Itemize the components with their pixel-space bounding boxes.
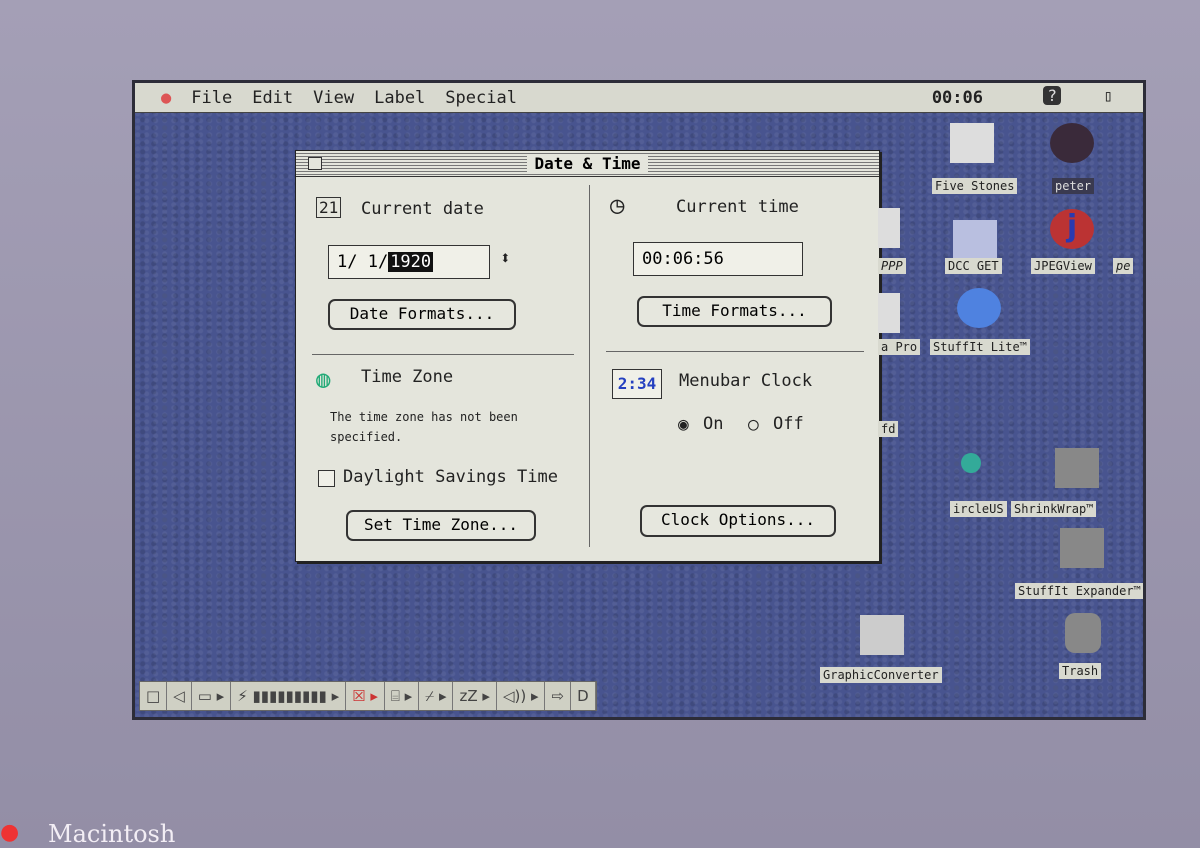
off-radio[interactable]: ○: [748, 414, 759, 435]
date-field[interactable]: 1/ 1/1920: [328, 245, 490, 279]
divider: [312, 354, 574, 355]
tab-icon[interactable]: D: [571, 682, 596, 710]
graphicconverter-icon[interactable]: [860, 615, 904, 655]
macintosh-logo: Macintosh: [48, 820, 176, 848]
current-date-heading: Current date: [361, 199, 484, 219]
globe-icon: ◍: [316, 365, 331, 393]
desktop-icon-label[interactable]: peter: [1052, 178, 1095, 194]
help-icon[interactable]: ?: [1043, 86, 1061, 105]
menubar-clock[interactable]: 00:06: [932, 88, 983, 108]
dst-checkbox[interactable]: [318, 470, 335, 487]
apple-icon[interactable]: ●: [161, 88, 171, 108]
collapse-icon[interactable]: □: [140, 682, 168, 710]
clock-options-button[interactable]: Clock Options...: [640, 505, 836, 537]
menu-bar: ● File Edit View Label Special 00:06 ? ▯: [135, 83, 1143, 113]
title-bar[interactable]: Date & Time: [296, 151, 879, 177]
battery-icon[interactable]: ⚡ ▮▮▮▮▮▮▮▮▮ ▸: [231, 682, 347, 710]
desktop-icon-label[interactable]: StuffIt Lite™: [930, 339, 1030, 355]
desktop-icon-label[interactable]: Five Stones: [932, 178, 1018, 194]
desktop-icon-label[interactable]: fd: [878, 421, 899, 437]
appletalk-icon[interactable]: ⌸ ▸: [385, 682, 420, 710]
scroll-left-icon[interactable]: ◁: [167, 682, 192, 710]
on-label[interactable]: On: [703, 414, 723, 434]
stuffit-lite-icon[interactable]: [957, 288, 1001, 328]
on-radio[interactable]: ◉: [678, 414, 689, 435]
trash-icon[interactable]: [1065, 613, 1101, 653]
desktop-icon-label[interactable]: a Pro: [878, 339, 921, 355]
menu-edit[interactable]: Edit: [252, 88, 293, 108]
stuffit-expander-icon[interactable]: [1060, 528, 1104, 568]
date-year-selected: 1920: [388, 252, 434, 272]
scroll-right-icon[interactable]: ⇨: [545, 682, 572, 710]
calendar-icon: 21: [316, 197, 342, 218]
file-sharing-icon[interactable]: ☒ ▸: [346, 682, 385, 710]
date-value: 1/ 1/: [337, 252, 389, 272]
apple-logo-icon: ●: [0, 820, 20, 845]
close-box[interactable]: [308, 157, 322, 170]
date-formats-button[interactable]: Date Formats...: [328, 299, 516, 330]
menu-label[interactable]: Label: [374, 88, 425, 108]
volume-icon[interactable]: ◁)) ▸: [497, 682, 546, 710]
shrinkwrap-icon[interactable]: [1055, 448, 1099, 488]
sleep-icon[interactable]: zZ ▸: [453, 682, 497, 710]
desktop-icon-label[interactable]: JPEGView: [1031, 258, 1095, 274]
desktop-icon-label[interactable]: Trash: [1059, 663, 1102, 679]
time-formats-button[interactable]: Time Formats...: [637, 296, 832, 327]
menubar-clock-icon: 2:34: [612, 369, 662, 399]
date-time-window: Date & Time 21 Current date 1/ 1/1920 ⬍ …: [295, 150, 880, 562]
ppp-icon[interactable]: [878, 208, 900, 248]
menu-special[interactable]: Special: [445, 88, 517, 108]
divider: [589, 185, 590, 547]
set-time-zone-button[interactable]: Set Time Zone...: [346, 510, 536, 541]
desktop-icon-label[interactable]: ShrinkWrap™: [1011, 501, 1097, 517]
five-stones-icon[interactable]: [950, 123, 994, 163]
desktop-icon-label[interactable]: GraphicConverter: [820, 667, 942, 683]
dcc-get-folder-icon[interactable]: [953, 220, 997, 260]
date-stepper-icon[interactable]: ⬍: [500, 248, 511, 269]
jpegview-icon[interactable]: j: [1050, 209, 1094, 249]
time-field[interactable]: 00:06:56: [633, 242, 803, 276]
desktop-icon-label[interactable]: pe: [1113, 258, 1134, 274]
pro-app-icon[interactable]: [878, 293, 900, 333]
off-label[interactable]: Off: [773, 414, 804, 434]
menu-file[interactable]: File: [191, 88, 232, 108]
screen: ● File Edit View Label Special 00:06 ? ▯…: [132, 80, 1146, 720]
desktop-icon-label[interactable]: DCC GET: [945, 258, 1002, 274]
ircle-icon[interactable]: [961, 453, 981, 473]
peter-icon[interactable]: [1050, 123, 1094, 163]
divider: [606, 351, 864, 352]
menu-view[interactable]: View: [313, 88, 354, 108]
current-time-heading: Current time: [676, 197, 799, 217]
desktop-icon-label[interactable]: PPP: [878, 258, 906, 274]
application-menu-icon[interactable]: ▯: [1103, 86, 1113, 105]
window-title: Date & Time: [526, 154, 649, 173]
monitors-icon[interactable]: ▭ ▸: [192, 682, 232, 710]
control-strip[interactable]: □ ◁ ▭ ▸ ⚡ ▮▮▮▮▮▮▮▮▮ ▸ ☒ ▸ ⌸ ▸ ⌿ ▸ zZ ▸ ◁…: [139, 681, 597, 711]
dst-label[interactable]: Daylight Savings Time: [343, 467, 558, 487]
clock-icon: ◷: [610, 191, 625, 219]
time-zone-message: The time zone has not been specified.: [330, 410, 518, 444]
menubar-clock-heading: Menubar Clock: [679, 371, 813, 391]
desktop-icon-label[interactable]: ircleUS: [950, 501, 1007, 517]
desktop-icon-label[interactable]: StuffIt Expander™: [1015, 583, 1143, 599]
time-zone-heading: Time Zone: [361, 367, 454, 387]
hard-disk-icon[interactable]: ⌿ ▸: [419, 682, 454, 710]
